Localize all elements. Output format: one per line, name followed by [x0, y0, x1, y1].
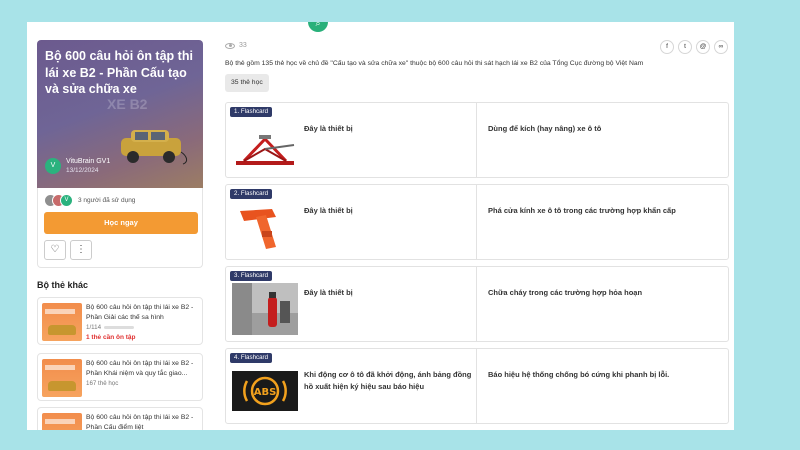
other-deck-item[interactable]: Bộ 600 câu hỏi ôn tập thi lái xe B2 - Ph…: [37, 407, 203, 430]
flashcard-badge: 1. Flashcard: [230, 107, 273, 117]
author-avatar: V: [45, 158, 61, 174]
emergency-hammer-image: [232, 201, 298, 253]
more-vertical-icon: ⋮: [76, 244, 86, 255]
search-icon[interactable]: ⌕: [308, 22, 328, 32]
other-deck-progress-bar: [104, 326, 134, 329]
copy-link-button[interactable]: ∞: [714, 40, 728, 54]
users-count: 3 người đã sử dụng: [78, 197, 136, 204]
other-deck-title[interactable]: Bộ 600 câu hỏi ôn tập thi lái xe B2 - Ph…: [86, 413, 200, 430]
flashcard-divider: [476, 185, 477, 259]
other-deck-count: 167 thẻ học: [86, 380, 119, 387]
flashcard-badge: 4. Flashcard: [230, 353, 273, 363]
other-deck-item[interactable]: Bộ 600 câu hỏi ôn tập thi lái xe B2 - Ph…: [37, 297, 203, 345]
study-now-button[interactable]: Học ngay: [44, 212, 198, 234]
view-count-value: 33: [239, 42, 247, 49]
deck-info-card: V 3 người đã sử dụng Học ngay ♡ ⋮: [37, 188, 203, 268]
flashcard-divider: [476, 103, 477, 177]
eye-icon: [225, 42, 235, 49]
flashcard-row[interactable]: 4. Flashcard ABS Khi động cơ ô tô đã khở…: [225, 348, 729, 424]
flashcard-definition: Báo hiệu hệ thống chống bó cứng khi phan…: [488, 370, 670, 379]
deck-thumbnail: [42, 413, 82, 430]
flashcard-row[interactable]: 3. Flashcard Đây là thiết bị Chữa cháy t…: [225, 266, 729, 342]
users-summary: V 3 người đã sử dụng: [44, 194, 135, 207]
deck-author: V VituBrain GV1 13/12/2024: [45, 158, 110, 174]
other-deck-due: 1 thẻ cần ôn tập: [86, 334, 136, 341]
flashcard-divider: [476, 349, 477, 423]
flashcard-term: Đây là thiết bị: [304, 288, 353, 297]
link-icon: ∞: [718, 43, 724, 50]
flashcard-badge: 2. Flashcard: [230, 189, 273, 199]
flashcard-row[interactable]: 1. Flashcard Đây là thiết bị Dùng để kíc…: [225, 102, 729, 178]
abs-warning-light-image: ABS: [232, 371, 298, 411]
other-deck-title[interactable]: Bộ 600 câu hỏi ôn tập thi lái xe B2 - Ph…: [86, 303, 200, 322]
share-facebook-button[interactable]: f: [660, 40, 674, 54]
facebook-icon: f: [666, 43, 668, 50]
flashcard-badge: 3. Flashcard: [230, 271, 273, 281]
deck-thumbnail: [42, 359, 82, 397]
deck-date: 13/12/2024: [66, 167, 99, 174]
flashcard-definition: Chữa cháy trong các trường hợp hỏa hoạn: [488, 288, 643, 297]
deck-cover: Bộ 600 câu hỏi ôn tập thi lái xe B2 - Ph…: [37, 40, 203, 188]
other-decks-title: Bộ thẻ khác: [37, 280, 89, 290]
email-icon: @: [699, 43, 707, 50]
share-email-button[interactable]: @: [696, 40, 710, 54]
flashcard-term: Khi động cơ ô tô đã khởi động, ánh bảng …: [304, 370, 472, 391]
flashcard-term: Đây là thiết bị: [304, 206, 353, 215]
favorite-button[interactable]: ♡: [44, 240, 66, 260]
twitter-icon: t: [684, 43, 686, 50]
deck-title: Bộ 600 câu hỏi ôn tập thi lái xe B2 - Ph…: [45, 49, 193, 96]
cover-watermark: XE B2: [107, 96, 148, 112]
heart-icon: ♡: [50, 244, 60, 255]
flashcard-definition: Phá cửa kính xe ô tô trong các trường hợ…: [488, 206, 676, 215]
other-deck-progress-text: 1/114: [86, 324, 102, 331]
author-name[interactable]: VituBrain GV1: [66, 158, 110, 165]
other-deck-item[interactable]: Bộ 600 câu hỏi ôn tập thi lái xe B2 - Ph…: [37, 353, 203, 401]
car-jack-image: [232, 119, 298, 171]
share-twitter-button[interactable]: t: [678, 40, 692, 54]
view-count: 33: [225, 42, 247, 49]
abs-label: ABS: [254, 387, 277, 398]
user-avatar: V: [60, 194, 73, 207]
other-deck-title[interactable]: Bộ 600 câu hỏi ôn tập thi lái xe B2 - Ph…: [86, 359, 200, 378]
car-illustration: [121, 130, 188, 165]
flashcard-row[interactable]: 2. Flashcard Đây là thiết bị Phá cửa kín…: [225, 184, 729, 260]
flashcard-term: Đây là thiết bị: [304, 124, 353, 133]
flashcard-definition: Dùng để kích (hay nâng) xe ô tô: [488, 124, 602, 133]
deck-thumbnail: [42, 303, 82, 341]
deck-description: Bộ thẻ gồm 135 thẻ học về chủ đề "Cấu tạ…: [225, 60, 644, 67]
page: ⌕ Bộ 600 câu hỏi ôn tập thi lái xe B2 - …: [27, 22, 734, 430]
more-options-button[interactable]: ⋮: [70, 240, 92, 260]
card-count-chip[interactable]: 35 thẻ học: [225, 74, 269, 92]
flashcard-divider: [476, 267, 477, 341]
fire-extinguisher-image: [232, 283, 298, 335]
